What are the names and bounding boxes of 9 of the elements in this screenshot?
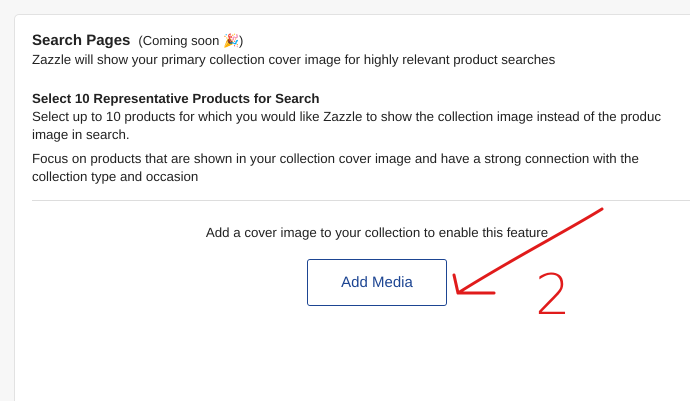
empty-message: Add a cover image to your collection to enable this feature: [206, 225, 548, 240]
products-heading: Select 10 Representative Products for Search: [32, 90, 320, 108]
paragraph-text: Focus on products that are shown in your collection cover image and have a strong connection with the collection type and occasion: [32, 150, 640, 186]
section-title: Search Pages: [32, 32, 130, 49]
coming-soon-note: (Coming soon 🎉): [138, 33, 244, 48]
add-media-button[interactable]: Add Media: [307, 259, 447, 306]
paragraph-text: Select up to 10 products for which you would like Zazzle to show the collection image instead of the produc image in search.: [32, 108, 662, 144]
description-text: Zazzle will show your primary collection cover image for highly relevant product searches: [32, 51, 556, 69]
annotation-number: 2: [535, 268, 571, 324]
